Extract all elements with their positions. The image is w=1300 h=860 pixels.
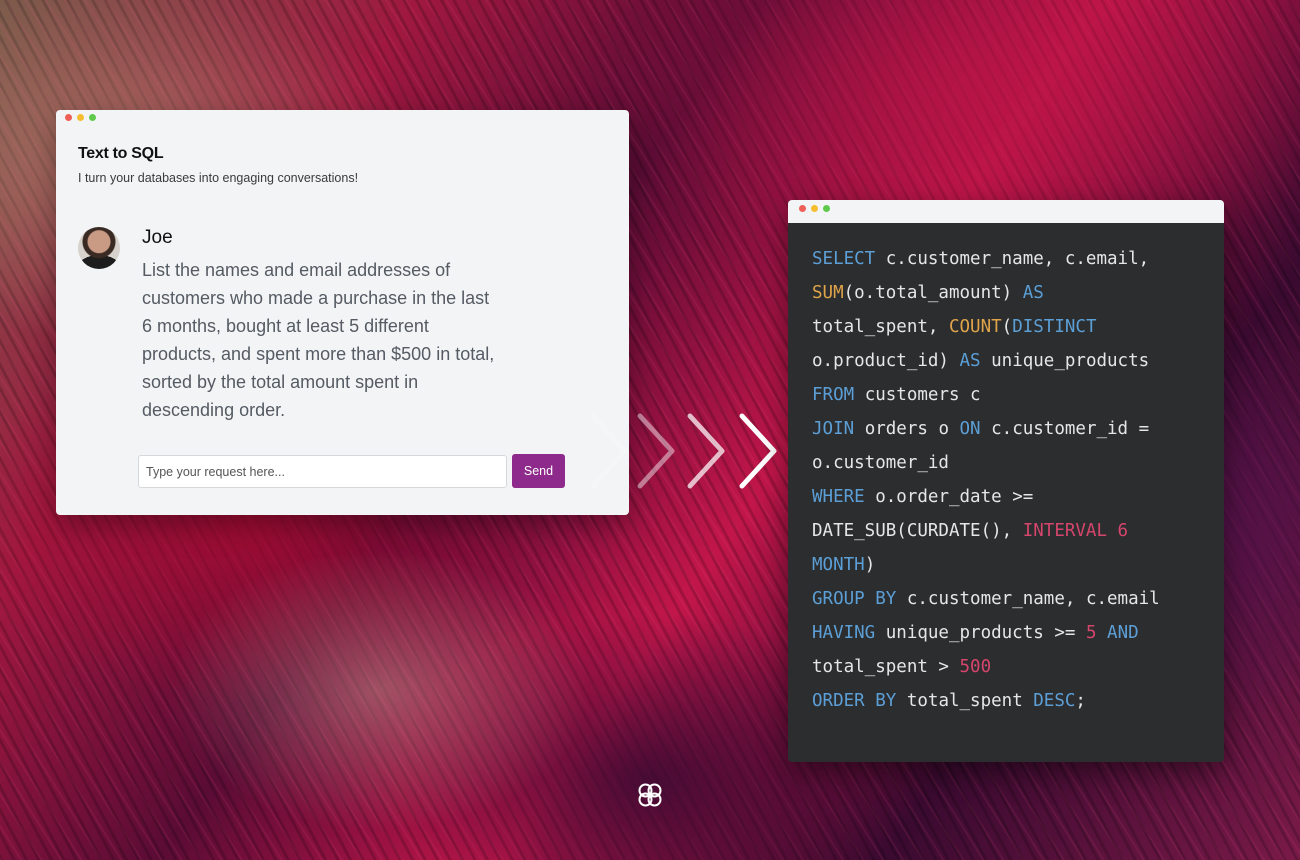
code-token: INTERVAL 6 — [1022, 521, 1129, 541]
code-token: ) — [864, 555, 876, 575]
window-controls — [799, 205, 830, 212]
code-token: AS — [959, 351, 981, 371]
sql-code-block: SELECT c.customer_name, c.email, SUM(o.to… — [812, 242, 1160, 718]
sql-code-window: SELECT c.customer_name, c.email, SUM(o.to… — [788, 200, 1224, 762]
message-text: List the names and email addresses of cu… — [142, 260, 495, 420]
code-token: (o.total_amount) — [843, 283, 1023, 303]
code-token: orders o — [854, 419, 960, 439]
minimize-dot-icon[interactable] — [77, 114, 84, 121]
code-token: DISTINCT — [1012, 317, 1097, 337]
chat-window: Text to SQL I turn your databases into e… — [56, 110, 629, 515]
close-dot-icon[interactable] — [799, 205, 806, 212]
code-line: DATE_SUB(CURDATE(), INTERVAL 6 — [812, 514, 1160, 548]
request-input[interactable] — [138, 455, 507, 488]
code-token: SUM — [812, 283, 844, 303]
code-token: FROM — [812, 385, 855, 405]
chevron-right-icon — [739, 413, 777, 489]
code-token: c.customer_name, c.email, — [875, 249, 1150, 269]
code-line: GROUP BY c.customer_name, c.email — [812, 582, 1160, 616]
code-token: WHERE — [812, 487, 865, 507]
sender-name: Joe — [142, 227, 173, 248]
code-line: JOIN orders o ON c.customer_id = — [812, 412, 1160, 446]
code-token: 500 — [959, 657, 992, 677]
code-token: JOIN — [812, 419, 855, 439]
code-line: SUM(o.total_amount) AS — [812, 276, 1160, 310]
chevron-right-icon — [687, 413, 725, 489]
code-token: ORDER BY — [812, 691, 897, 711]
code-token: AS — [1022, 283, 1044, 303]
code-line: o.product_id) AS unique_products — [812, 344, 1160, 378]
code-token: 5 — [1085, 623, 1097, 643]
code-line: o.customer_id — [812, 446, 1160, 480]
chevron-right-icon — [590, 413, 628, 489]
close-dot-icon[interactable] — [65, 114, 72, 121]
brand-logo-icon — [638, 783, 662, 807]
code-token: o.customer_id — [812, 453, 949, 473]
code-token: ( — [1001, 317, 1013, 337]
code-line: HAVING unique_products >= 5 AND — [812, 616, 1160, 650]
code-token: unique_products >= — [875, 623, 1086, 643]
chevron-right-icon — [637, 413, 675, 489]
app-title: Text to SQL — [78, 145, 164, 162]
code-line: total_spent > 500 — [812, 650, 1160, 684]
code-token: ON — [959, 419, 981, 439]
code-window-titlebar — [788, 200, 1224, 223]
code-token: o.product_id) — [812, 351, 960, 371]
code-line: ORDER BY total_spent DESC; — [812, 684, 1160, 718]
code-token: AND — [1107, 623, 1139, 643]
code-token: total_spent > — [812, 657, 960, 677]
code-token: c.customer_id = — [980, 419, 1150, 439]
code-token: COUNT — [948, 317, 1002, 337]
code-token: MONTH — [812, 555, 865, 575]
code-line: WHERE o.order_date >= — [812, 480, 1160, 514]
code-token: total_spent, — [812, 317, 949, 337]
code-line: total_spent, COUNT(DISTINCT — [812, 310, 1160, 344]
code-token: total_spent — [896, 691, 1034, 711]
code-token: customers c — [854, 385, 981, 405]
code-line: MONTH) — [812, 548, 1160, 582]
code-token: o.order_date >= — [864, 487, 1034, 507]
app-subtitle: I turn your databases into engaging conv… — [78, 171, 359, 185]
code-token: DATE_SUB(CURDATE(), — [812, 521, 1023, 541]
window-controls — [65, 114, 96, 121]
code-line: FROM customers c — [812, 378, 1160, 412]
send-button[interactable]: Send — [512, 454, 565, 488]
code-token: HAVING — [812, 623, 876, 643]
code-token: ; — [1075, 691, 1086, 711]
flow-arrows — [590, 413, 777, 489]
code-token: DESC — [1033, 691, 1076, 711]
maximize-dot-icon[interactable] — [89, 114, 96, 121]
code-line: SELECT c.customer_name, c.email, — [812, 242, 1160, 276]
maximize-dot-icon[interactable] — [823, 205, 830, 212]
code-token: unique_products — [980, 351, 1150, 371]
code-token: c.customer_name, c.email — [896, 589, 1160, 609]
avatar — [78, 227, 120, 269]
code-token: SELECT — [812, 249, 876, 269]
code-token: GROUP BY — [812, 589, 897, 609]
minimize-dot-icon[interactable] — [811, 205, 818, 212]
